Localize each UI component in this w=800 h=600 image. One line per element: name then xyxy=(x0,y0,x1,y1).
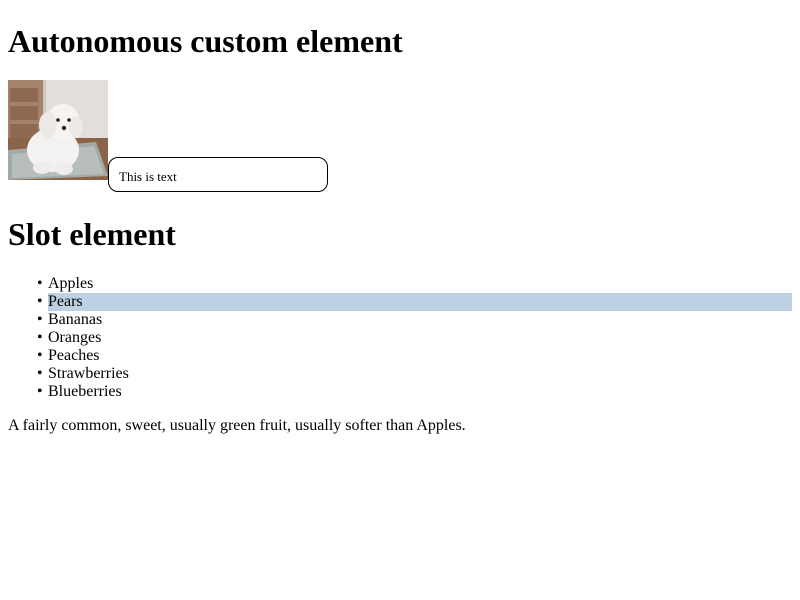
custom-element: This is text xyxy=(8,80,338,194)
fruit-description: A fairly common, sweet, usually green fr… xyxy=(8,417,466,434)
bullet-icon: • xyxy=(37,383,43,400)
fruit-label: Peaches xyxy=(48,347,100,364)
list-item[interactable]: • Apples xyxy=(0,275,792,293)
page: Autonomous custom element This is text S… xyxy=(0,0,800,600)
bullet-icon: • xyxy=(37,365,43,382)
fruit-label: Apples xyxy=(48,275,94,292)
list-item[interactable]: • Strawberries xyxy=(0,365,792,383)
fruit-label: Oranges xyxy=(48,329,102,346)
bullet-icon: • xyxy=(37,311,43,328)
list-item[interactable]: • Peaches xyxy=(0,347,792,365)
list-item-selected[interactable]: • Pears xyxy=(0,293,792,311)
bullet-icon: • xyxy=(37,347,43,364)
slot-element-heading: Slot element xyxy=(8,216,176,252)
dog-image xyxy=(8,80,108,180)
list-item[interactable]: • Bananas xyxy=(0,311,792,329)
fruit-label: Pears xyxy=(48,293,792,311)
autonomous-custom-element-heading: Autonomous custom element xyxy=(8,23,403,59)
list-item[interactable]: • Blueberries xyxy=(0,383,792,401)
list-item[interactable]: • Oranges xyxy=(0,329,792,347)
text-box: This is text xyxy=(108,157,328,192)
bullet-icon: • xyxy=(37,275,43,292)
fruit-label: Strawberries xyxy=(48,365,129,382)
bullet-icon: • xyxy=(37,293,43,310)
fruit-label: Blueberries xyxy=(48,383,122,400)
bullet-icon: • xyxy=(37,329,43,346)
fruit-list: • Apples • Pears • Bananas • Oranges • P… xyxy=(0,275,792,401)
fruit-label: Bananas xyxy=(48,311,103,328)
